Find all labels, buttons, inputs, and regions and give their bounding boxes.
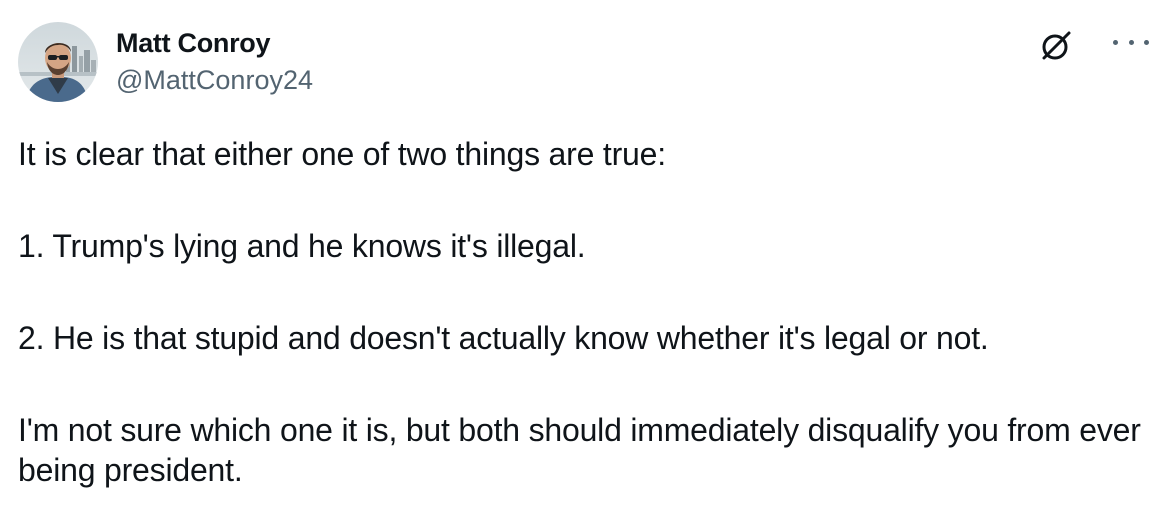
- avatar-photo: [18, 22, 98, 102]
- tweet-line-1: 1. Trump's lying and he knows it's illeg…: [18, 228, 586, 264]
- avatar[interactable]: [18, 22, 98, 102]
- tweet-text: It is clear that either one of two thing…: [18, 134, 1158, 490]
- dot: [1128, 39, 1134, 45]
- dot: [1144, 39, 1149, 45]
- author-handle[interactable]: @MattConroy24: [116, 63, 313, 97]
- author-block: Matt Conroy @MattConroy24: [116, 26, 313, 97]
- grok-icon[interactable]: [1038, 28, 1074, 64]
- tweet: Matt Conroy @MattConroy24 It is clear th…: [0, 0, 1168, 528]
- dot: [1113, 39, 1118, 45]
- author-display-name[interactable]: Matt Conroy: [116, 26, 313, 60]
- tweet-line-intro: It is clear that either one of two thing…: [18, 136, 666, 172]
- tweet-line-2: 2. He is that stupid and doesn't actuall…: [18, 320, 989, 356]
- tweet-line-conclusion: I'm not sure which one it is, but both s…: [18, 412, 1141, 488]
- more-options-icon[interactable]: [1110, 30, 1152, 54]
